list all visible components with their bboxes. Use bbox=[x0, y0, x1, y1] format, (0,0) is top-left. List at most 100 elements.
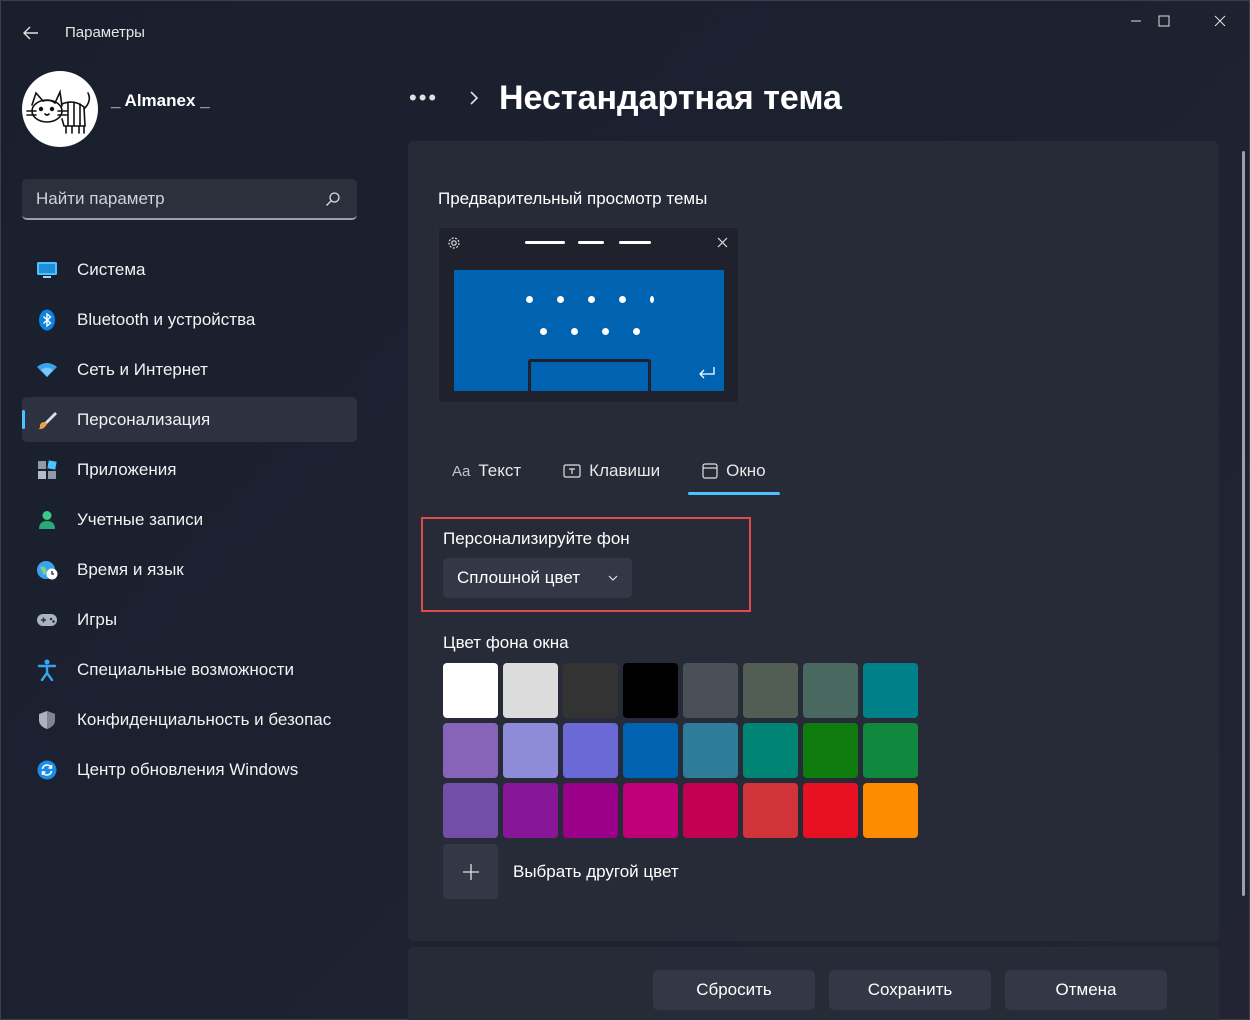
color-swatch[interactable] bbox=[683, 783, 738, 838]
sidebar-nav: Система Bluetooth и устройства Сеть и Ин… bbox=[22, 247, 357, 797]
preview-bar bbox=[578, 241, 604, 244]
keypad-dot bbox=[557, 296, 564, 303]
sidebar-item-label: Специальные возможности bbox=[77, 659, 295, 679]
color-swatch[interactable] bbox=[863, 783, 918, 838]
tab-window[interactable]: Окно bbox=[688, 447, 780, 495]
tab-label: Окно bbox=[726, 461, 766, 480]
sidebar-item-network[interactable]: Сеть и Интернет bbox=[22, 347, 357, 392]
gamepad-icon bbox=[36, 609, 58, 631]
tab-label: Текст bbox=[478, 461, 522, 480]
keypad-dot bbox=[633, 328, 640, 335]
sidebar-item-apps[interactable]: Приложения bbox=[22, 447, 357, 492]
action-footer: Сбросить Сохранить Отмена bbox=[408, 947, 1219, 1020]
color-swatch[interactable] bbox=[623, 663, 678, 718]
color-swatch[interactable] bbox=[743, 723, 798, 778]
color-swatch[interactable] bbox=[563, 663, 618, 718]
sidebar-item-privacy[interactable]: Конфиденциальность и безопасность bbox=[22, 697, 357, 742]
close-icon bbox=[1214, 15, 1226, 27]
back-arrow-icon bbox=[23, 26, 38, 40]
bluetooth-icon bbox=[36, 309, 58, 331]
tab-label: Клавиши bbox=[589, 461, 661, 480]
color-swatch[interactable] bbox=[623, 783, 678, 838]
custom-color-button[interactable]: Выбрать другой цвет bbox=[443, 844, 679, 899]
color-swatch[interactable] bbox=[503, 663, 558, 718]
theme-tabs: Aa Текст Клавиши Окно bbox=[438, 447, 794, 495]
keypad-dot bbox=[588, 296, 595, 303]
accessibility-icon bbox=[36, 659, 58, 681]
color-swatch[interactable] bbox=[683, 723, 738, 778]
enter-icon bbox=[699, 367, 715, 379]
user-icon bbox=[36, 509, 58, 531]
gear-icon bbox=[448, 237, 460, 249]
keyboard-icon bbox=[563, 464, 581, 478]
shield-icon bbox=[36, 709, 58, 731]
system-icon bbox=[36, 259, 58, 281]
tab-text[interactable]: Aa Текст bbox=[438, 447, 535, 495]
sidebar-item-label: Центр обновления Windows bbox=[77, 759, 299, 779]
sidebar-item-accessibility[interactable]: Специальные возможности bbox=[22, 647, 357, 692]
sidebar-item-time-language[interactable]: Время и язык bbox=[22, 547, 357, 592]
sidebar-item-system[interactable]: Система bbox=[22, 247, 357, 292]
dropdown-value: Сплошной цвет bbox=[457, 568, 581, 587]
sidebar-item-label: Приложения bbox=[77, 459, 177, 479]
save-button[interactable]: Сохранить bbox=[829, 970, 991, 1010]
sidebar-item-label: Учетные записи bbox=[77, 509, 204, 529]
more-breadcrumb-button[interactable]: ••• bbox=[409, 85, 445, 111]
add-color-button[interactable] bbox=[443, 844, 498, 899]
keypad-dot bbox=[602, 328, 609, 335]
maximize-icon bbox=[1158, 15, 1170, 27]
color-swatch[interactable] bbox=[443, 723, 498, 778]
sidebar-item-label: Bluetooth и устройства bbox=[77, 309, 256, 329]
color-swatch-grid bbox=[443, 663, 923, 838]
sidebar-item-gaming[interactable]: Игры bbox=[22, 597, 357, 642]
color-swatch[interactable] bbox=[743, 663, 798, 718]
back-button[interactable] bbox=[15, 17, 47, 49]
color-swatch[interactable] bbox=[623, 723, 678, 778]
color-swatch[interactable] bbox=[803, 783, 858, 838]
color-swatch[interactable] bbox=[683, 663, 738, 718]
keypad-dot bbox=[650, 296, 654, 303]
page-title: Нестандартная тема bbox=[499, 78, 842, 117]
search-icon[interactable] bbox=[323, 189, 343, 209]
avatar[interactable] bbox=[22, 71, 98, 147]
color-swatch[interactable] bbox=[803, 723, 858, 778]
maximize-button[interactable] bbox=[1136, 5, 1192, 37]
chevron-right-icon bbox=[469, 90, 479, 106]
reset-button[interactable]: Сбросить bbox=[653, 970, 815, 1010]
color-swatch[interactable] bbox=[863, 723, 918, 778]
theme-settings-card: Предварительный просмотр темы Aa Текст К… bbox=[408, 141, 1219, 941]
color-swatch[interactable] bbox=[743, 783, 798, 838]
sidebar-item-personalization[interactable]: Персонализация bbox=[22, 397, 357, 442]
update-icon bbox=[36, 759, 58, 781]
sidebar-item-label: Конфиденциальность и безопасность bbox=[77, 709, 332, 729]
cat-avatar-icon bbox=[26, 89, 91, 134]
plus-icon bbox=[462, 863, 479, 880]
sidebar-item-accounts[interactable]: Учетные записи bbox=[22, 497, 357, 542]
search-input[interactable] bbox=[36, 188, 323, 209]
close-button[interactable] bbox=[1192, 5, 1248, 37]
cancel-button[interactable]: Отмена bbox=[1005, 970, 1167, 1010]
color-swatch[interactable] bbox=[503, 723, 558, 778]
sidebar-item-bluetooth[interactable]: Bluetooth и устройства bbox=[22, 297, 357, 342]
sidebar-item-label: Система bbox=[77, 259, 146, 279]
background-type-dropdown[interactable]: Сплошной цвет bbox=[443, 558, 632, 598]
color-swatch[interactable] bbox=[563, 783, 618, 838]
color-swatch[interactable] bbox=[803, 663, 858, 718]
color-swatch[interactable] bbox=[863, 663, 918, 718]
window-icon bbox=[702, 463, 718, 479]
color-swatch[interactable] bbox=[563, 723, 618, 778]
user-name: _ Almanex _ bbox=[111, 91, 210, 110]
color-swatch[interactable] bbox=[443, 783, 498, 838]
window-color-label: Цвет фона окна bbox=[443, 633, 569, 652]
color-swatch[interactable] bbox=[443, 663, 498, 718]
keypad-dot bbox=[571, 328, 578, 335]
brush-icon bbox=[36, 409, 58, 431]
preview-window-background bbox=[454, 270, 724, 391]
sidebar-item-windows-update[interactable]: Центр обновления Windows bbox=[22, 747, 357, 792]
scrollbar[interactable] bbox=[1242, 151, 1245, 896]
sidebar-item-label: Персонализация bbox=[77, 409, 211, 429]
search-box[interactable] bbox=[22, 179, 357, 220]
tab-keys[interactable]: Клавиши bbox=[549, 447, 674, 495]
text-icon: Aa bbox=[452, 462, 471, 480]
color-swatch[interactable] bbox=[503, 783, 558, 838]
